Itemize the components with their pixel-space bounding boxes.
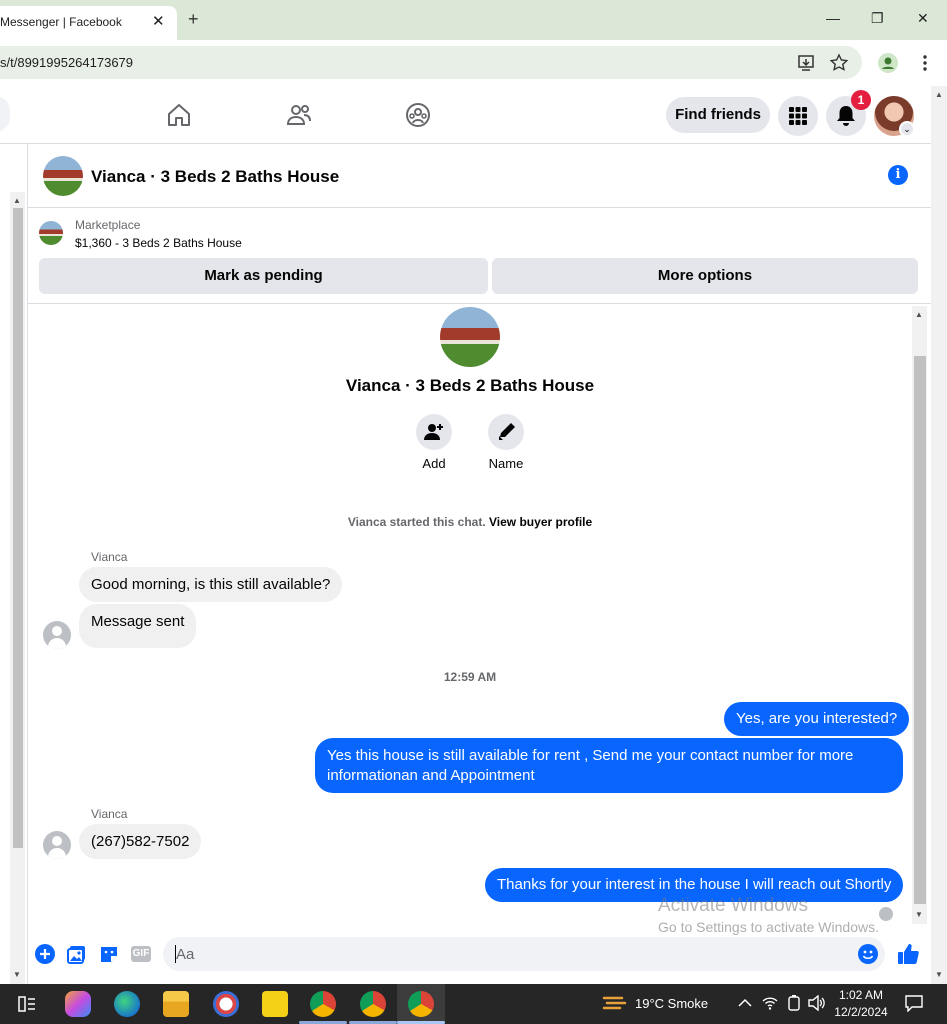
divider bbox=[28, 303, 931, 304]
bookmark-star-icon[interactable] bbox=[829, 53, 849, 73]
add-label: Add bbox=[422, 456, 446, 471]
scroll-up-arrow-icon[interactable]: ▲ bbox=[935, 90, 943, 99]
tab-title: Messenger | Facebook bbox=[0, 15, 122, 29]
listing-title[interactable]: $1,360 - 3 Beds 2 Baths House bbox=[75, 236, 242, 250]
add-person-icon bbox=[424, 424, 443, 440]
install-app-icon[interactable] bbox=[797, 53, 817, 73]
sender-name: Vianca bbox=[91, 807, 128, 821]
system-clock[interactable]: 1:02 AM 12/2/2024 bbox=[831, 987, 891, 1021]
new-tab-button[interactable]: + bbox=[188, 9, 199, 30]
menu-button[interactable] bbox=[778, 96, 818, 136]
paint-icon[interactable] bbox=[213, 991, 239, 1017]
outgoing-message[interactable]: Yes, are you interested? bbox=[724, 702, 910, 736]
notification-center-icon[interactable] bbox=[904, 994, 924, 1012]
profile-avatar[interactable] bbox=[440, 307, 500, 367]
copilot-icon[interactable] bbox=[65, 991, 91, 1017]
chevron-up-icon[interactable] bbox=[738, 997, 752, 1009]
notification-badge: 1 bbox=[851, 90, 871, 110]
browser-tab[interactable]: Messenger | Facebook ✕ bbox=[0, 6, 177, 40]
weather-text[interactable]: 19°C Smoke bbox=[635, 996, 708, 1011]
system-message-text: Vianca started this chat. bbox=[347, 515, 486, 529]
browser-tab-strip: Messenger | Facebook ✕ + — ❐ ✕ bbox=[0, 0, 947, 40]
sender-avatar[interactable] bbox=[43, 831, 71, 859]
add-button[interactable] bbox=[416, 414, 452, 450]
incoming-message[interactable]: Good morning, is this still available? bbox=[79, 567, 343, 602]
chat-scroll-down-icon[interactable]: ▼ bbox=[915, 910, 923, 919]
message-input[interactable] bbox=[163, 937, 885, 971]
message-placeholder: Aa bbox=[176, 946, 195, 963]
scroll-down-arrow-icon[interactable]: ▼ bbox=[935, 970, 943, 979]
seen-indicator-avatar bbox=[879, 907, 893, 921]
apps-grid-icon bbox=[789, 107, 807, 125]
wifi-icon[interactable] bbox=[762, 995, 778, 1011]
name-label: Name bbox=[488, 456, 524, 471]
minimize-button[interactable]: — bbox=[826, 10, 840, 26]
clock-date: 12/2/2024 bbox=[834, 1005, 888, 1019]
name-button[interactable] bbox=[488, 414, 524, 450]
home-icon[interactable] bbox=[166, 102, 192, 128]
activate-windows-watermark: Activate Windows bbox=[658, 895, 808, 916]
find-friends-button[interactable]: Find friends bbox=[666, 97, 770, 133]
sender-name: Vianca bbox=[91, 550, 128, 564]
mark-as-pending-button[interactable]: Mark as pending bbox=[39, 258, 488, 294]
page-scrollbar[interactable]: ▲ ▼ bbox=[931, 86, 947, 984]
battery-icon[interactable] bbox=[787, 995, 801, 1011]
marketplace-label: Marketplace bbox=[75, 218, 141, 232]
gif-button[interactable]: GIF bbox=[131, 946, 151, 962]
edge-icon[interactable] bbox=[114, 991, 140, 1017]
chrome-profile-b-icon[interactable] bbox=[360, 991, 386, 1017]
bell-icon bbox=[837, 106, 855, 126]
message-timestamp: 12:59 AM bbox=[443, 670, 497, 684]
sender-avatar[interactable] bbox=[43, 621, 71, 649]
friends-icon[interactable] bbox=[286, 102, 312, 128]
url-text[interactable]: s/t/8991995264173679 bbox=[0, 55, 133, 70]
profile-name: Vianca · 3 Beds 2 Baths House bbox=[345, 376, 595, 395]
activate-windows-hint: Go to Settings to activate Windows. bbox=[658, 919, 879, 935]
outgoing-message[interactable]: Yes this house is still available for re… bbox=[315, 738, 903, 793]
emoji-icon[interactable] bbox=[858, 944, 878, 964]
windows-taskbar bbox=[0, 984, 947, 1024]
facebook-top-nav: Find friends bbox=[0, 86, 931, 144]
restore-button[interactable]: ❐ bbox=[871, 10, 884, 27]
list-scroll-down-icon[interactable]: ▼ bbox=[13, 970, 21, 979]
list-scroll-up-icon[interactable]: ▲ bbox=[13, 196, 21, 205]
chrome-profile-a-icon[interactable] bbox=[310, 991, 336, 1017]
more-options-button[interactable]: More options bbox=[492, 258, 918, 294]
browser-menu-icon[interactable] bbox=[915, 53, 935, 73]
photo-icon[interactable] bbox=[67, 944, 87, 964]
chat-title[interactable]: Vianca · 3 Beds 2 Baths House bbox=[91, 167, 339, 187]
file-explorer-icon[interactable] bbox=[163, 991, 189, 1017]
chat-scroll-thumb[interactable] bbox=[914, 356, 926, 904]
view-buyer-profile-link[interactable]: View buyer profile bbox=[489, 515, 592, 529]
address-bar-row: s/t/8991995264173679 bbox=[0, 40, 947, 86]
close-window-button[interactable]: ✕ bbox=[917, 10, 929, 27]
chat-scroll-up-icon[interactable]: ▲ bbox=[915, 310, 923, 319]
incoming-message[interactable]: Message sent bbox=[79, 604, 197, 648]
chat-header-avatar[interactable] bbox=[43, 156, 83, 196]
pencil-icon bbox=[499, 423, 515, 440]
smoke-weather-icon[interactable] bbox=[602, 992, 628, 1014]
speaker-icon[interactable] bbox=[808, 995, 826, 1011]
thumbs-up-icon[interactable] bbox=[897, 943, 919, 965]
listing-thumbnail[interactable] bbox=[39, 221, 63, 245]
chrome-profile-c-icon[interactable] bbox=[408, 991, 434, 1017]
groups-icon[interactable] bbox=[405, 102, 431, 128]
chevron-down-icon[interactable]: ⌄ bbox=[899, 121, 915, 137]
tab-close-icon[interactable]: ✕ bbox=[152, 12, 165, 30]
plus-circle-icon[interactable] bbox=[35, 944, 55, 964]
sticker-icon[interactable] bbox=[99, 944, 119, 964]
clock-time: 1:02 AM bbox=[838, 988, 884, 1002]
incoming-message[interactable]: (267)582-7502 bbox=[79, 824, 202, 859]
info-icon[interactable]: i bbox=[888, 165, 908, 185]
system-message: Vianca started this chat. View buyer pro… bbox=[0, 515, 940, 529]
profile-icon[interactable] bbox=[878, 53, 898, 73]
task-view-icon[interactable] bbox=[18, 995, 36, 1013]
sticky-notes-icon[interactable] bbox=[262, 991, 288, 1017]
